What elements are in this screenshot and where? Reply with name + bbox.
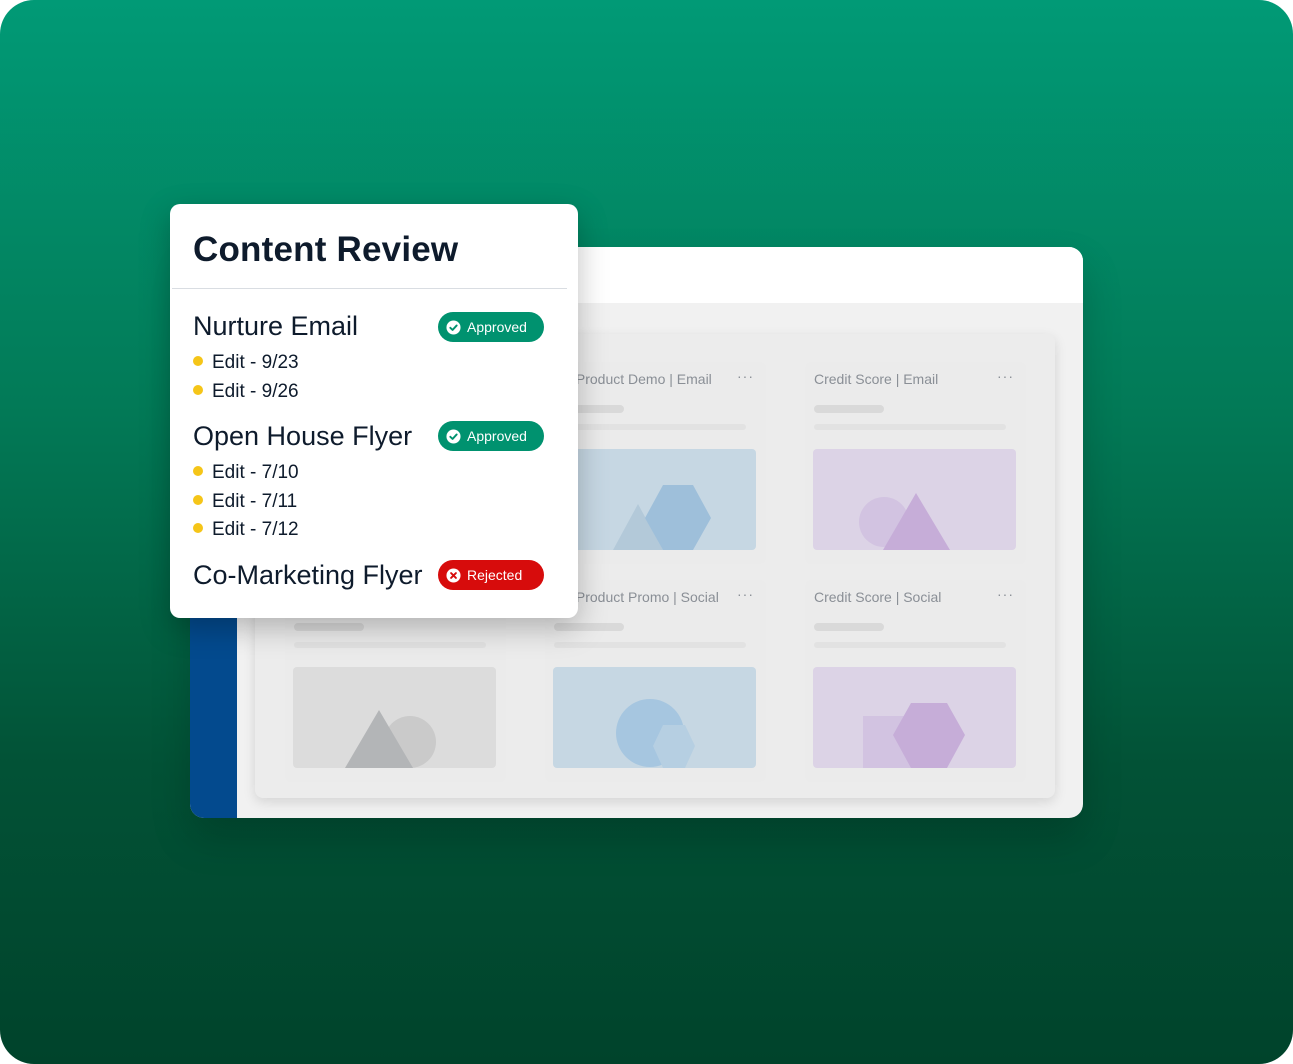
placeholder-line <box>554 424 746 430</box>
card-title: Credit Score | Email <box>814 371 939 387</box>
edit-entry[interactable]: Edit - 9/26 <box>193 381 299 403</box>
check-circle-icon <box>446 428 461 444</box>
review-item-name[interactable]: Open House Flyer <box>193 421 412 452</box>
approved-badge[interactable]: Approved <box>438 421 544 451</box>
x-circle-icon <box>446 567 461 583</box>
card-thumbnail <box>553 449 756 550</box>
status-label: Approved <box>467 319 527 335</box>
shapes-illustration <box>345 710 436 768</box>
edit-label: Edit - 7/12 <box>212 519 299 540</box>
card-title: Credit Score | Social <box>814 589 942 605</box>
card-thumbnail <box>813 449 1016 550</box>
card-title: v Product Promo | Social <box>565 589 719 605</box>
edit-dot-icon <box>193 385 203 395</box>
background: v Product Demo | Email ··· Credit Score … <box>0 0 1293 1064</box>
review-item-name[interactable]: Co-Marketing Flyer <box>193 560 423 591</box>
panel-title: Content Review <box>193 230 459 269</box>
card-thumbnail <box>293 667 496 768</box>
edit-entry[interactable]: Edit - 9/23 <box>193 352 299 374</box>
edit-entry[interactable]: Edit - 7/10 <box>193 462 299 484</box>
edit-dot-icon <box>193 356 203 366</box>
approved-badge[interactable]: Approved <box>438 312 544 342</box>
edit-entry[interactable]: Edit - 7/11 <box>193 491 297 513</box>
more-options-icon[interactable]: ··· <box>737 586 754 602</box>
edit-dot-icon <box>193 523 203 533</box>
check-circle-icon <box>446 319 461 335</box>
placeholder-line <box>814 623 884 631</box>
placeholder-line <box>814 405 884 413</box>
placeholder-line <box>554 642 746 648</box>
status-label: Approved <box>467 428 527 444</box>
placeholder-line <box>294 623 364 631</box>
more-options-icon[interactable]: ··· <box>997 586 1014 602</box>
content-card[interactable]: Credit Score | Email ··· <box>805 362 1026 564</box>
more-options-icon[interactable]: ··· <box>997 368 1014 384</box>
divider <box>172 288 567 289</box>
rejected-badge[interactable]: Rejected <box>438 560 544 590</box>
card-title: v Product Demo | Email <box>565 371 712 387</box>
edit-label: Edit - 9/26 <box>212 381 299 402</box>
placeholder-line <box>814 424 1006 430</box>
content-review-panel: Content Review Nurture Email Approved Ed… <box>170 204 578 618</box>
edit-dot-icon <box>193 495 203 505</box>
content-card[interactable]: v Product Promo | Social ··· <box>545 580 766 782</box>
edit-label: Edit - 7/11 <box>212 491 298 512</box>
placeholder-line <box>554 623 624 631</box>
placeholder-line <box>294 642 486 648</box>
content-card[interactable]: v Product Demo | Email ··· <box>545 362 766 564</box>
more-options-icon[interactable]: ··· <box>737 368 754 384</box>
edit-entry[interactable]: Edit - 7/12 <box>193 519 299 541</box>
status-label: Rejected <box>467 567 523 583</box>
shapes-illustration <box>863 703 965 768</box>
edit-label: Edit - 9/23 <box>212 352 299 373</box>
card-thumbnail <box>553 667 756 768</box>
content-card[interactable]: Credit Score | Social ··· <box>805 580 1026 782</box>
shapes-illustration <box>859 493 950 550</box>
placeholder-line <box>814 642 1006 648</box>
shapes-illustration <box>613 485 711 550</box>
shapes-illustration <box>616 699 695 768</box>
edit-label: Edit - 7/10 <box>212 462 299 483</box>
card-thumbnail <box>813 667 1016 768</box>
review-item-name[interactable]: Nurture Email <box>193 311 358 342</box>
edit-dot-icon <box>193 466 203 476</box>
